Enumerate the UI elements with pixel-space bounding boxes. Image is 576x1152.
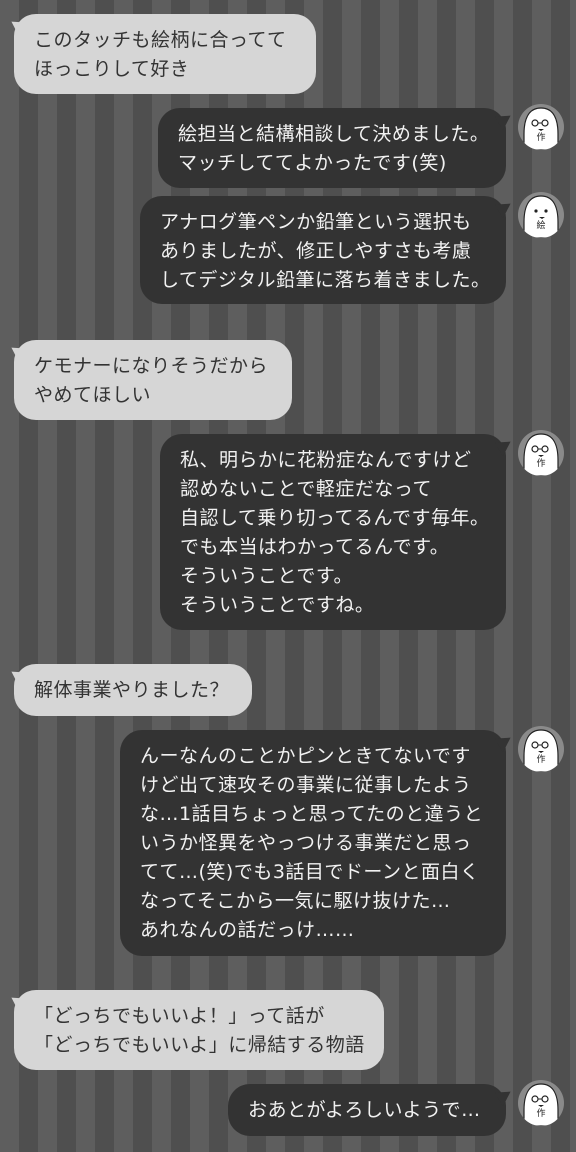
message-line: ありましたが、修正しやすさも考慮 bbox=[160, 240, 472, 262]
message-line: 「どっちでもいいよ」に帰結する物語 bbox=[34, 1034, 365, 1056]
message-line: そういうことですね。 bbox=[180, 594, 375, 616]
bird-avatar-icon bbox=[523, 729, 559, 772]
message-line: んーなんのことかピンときてないです bbox=[140, 745, 471, 767]
message-line: してデジタル鉛筆に落ち着きました。 bbox=[160, 269, 491, 291]
message-line: な…1話目ちょっと思ってたのと違うと bbox=[140, 803, 484, 825]
message-line: てて…(笑)でも3話目でドーンと面白く bbox=[140, 861, 480, 883]
message-line: 自認して乗り切ってるんです毎年。 bbox=[180, 507, 490, 529]
author-avatar: 作 bbox=[518, 1080, 564, 1126]
message-bubble-artist: アナログ筆ペンか鉛筆という選択も ありましたが、修正しやすさも考慮 してデジタル… bbox=[140, 196, 506, 304]
message-line: 認めないことで軽症だなって bbox=[180, 478, 432, 500]
message-bubble-author: んーなんのことかピンときてないです けど出て速攻その事業に従事したよう な…1話… bbox=[120, 730, 506, 956]
avatar-tag: 作 bbox=[536, 755, 546, 765]
message-line: このタッチも絵柄に合ってて bbox=[34, 29, 287, 51]
avatar-tag: 作 bbox=[536, 133, 546, 143]
bird-avatar-icon bbox=[523, 433, 559, 476]
message-line: なってそこから一気に駆け抜けた… bbox=[140, 890, 451, 912]
message-line: 私、明らかに花粉症なんですけど bbox=[180, 449, 472, 471]
message-line: 「どっちでもいいよ！」って話が bbox=[34, 1005, 325, 1027]
avatar-tag: 作 bbox=[536, 459, 546, 469]
artist-avatar: 絵 bbox=[518, 192, 564, 238]
message-line: けど出て速攻その事業に従事したよう bbox=[140, 774, 472, 796]
message-line: いうか怪異をやっつける事業だと思っ bbox=[140, 832, 472, 854]
bird-avatar-icon bbox=[523, 107, 559, 150]
avatar-tag: 絵 bbox=[536, 221, 546, 231]
message-bubble-reader: 「どっちでもいいよ！」って話が 「どっちでもいいよ」に帰結する物語 bbox=[14, 990, 384, 1070]
message-line: アナログ筆ペンか鉛筆という選択も bbox=[160, 211, 472, 233]
message-line: 絵担当と結構相談して決めました。 bbox=[178, 123, 490, 145]
message-bubble-author: おあとがよろしいようで… bbox=[228, 1084, 506, 1136]
author-avatar: 作 bbox=[518, 726, 564, 772]
message-line: やめてほしい bbox=[34, 384, 152, 406]
message-line: おあとがよろしいようで… bbox=[248, 1099, 481, 1121]
message-line: 解体事業やりました？ bbox=[34, 679, 230, 701]
bird-avatar-icon bbox=[523, 1083, 559, 1126]
message-bubble-author: 絵担当と結構相談して決めました。 マッチしててよかったです(笑) bbox=[158, 108, 506, 188]
message-line: あれなんの話だっけ…… bbox=[140, 919, 355, 941]
message-line: ほっこりして好き bbox=[34, 58, 190, 80]
message-line: でも本当はわかってるんです。 bbox=[180, 536, 450, 558]
bird-avatar-icon bbox=[523, 195, 559, 238]
message-bubble-reader: このタッチも絵柄に合ってて ほっこりして好き bbox=[14, 14, 316, 94]
author-avatar: 作 bbox=[518, 104, 564, 150]
message-line: ケモナーになりそうだから bbox=[34, 355, 269, 377]
message-line: そういうことです。 bbox=[180, 565, 354, 587]
message-bubble-reader: ケモナーになりそうだから やめてほしい bbox=[14, 340, 292, 420]
avatar-tag: 作 bbox=[536, 1109, 546, 1119]
message-bubble-reader: 解体事業やりました？ bbox=[14, 664, 252, 716]
author-avatar: 作 bbox=[518, 430, 564, 476]
message-bubble-author: 私、明らかに花粉症なんですけど 認めないことで軽症だなって 自認して乗り切ってる… bbox=[160, 434, 506, 630]
message-line: マッチしててよかったです(笑) bbox=[178, 152, 447, 174]
